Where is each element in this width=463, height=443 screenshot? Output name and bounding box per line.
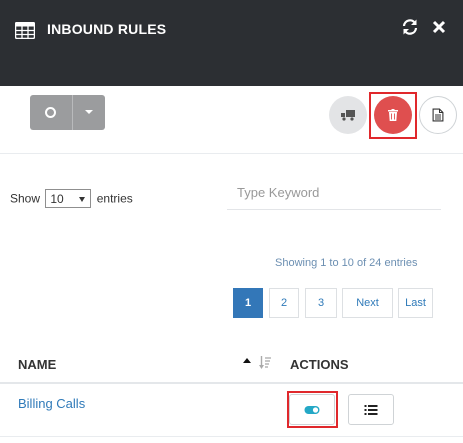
split-button-dropdown[interactable]: [73, 95, 105, 130]
truck-icon: [341, 110, 355, 121]
split-button-main[interactable]: [30, 95, 72, 130]
page-button-3[interactable]: 3: [305, 288, 337, 318]
last-page-button[interactable]: Last: [398, 288, 433, 318]
header-bar: INBOUND RULES: [0, 0, 463, 86]
toggle-status-button[interactable]: [289, 394, 335, 425]
show-label: Show: [10, 191, 41, 206]
toolbar: [0, 86, 463, 154]
grid-icon: [15, 22, 35, 39]
column-header-actions: ACTIONS: [290, 357, 349, 372]
chevron-down-icon: [79, 197, 86, 202]
document-button[interactable]: [419, 96, 457, 134]
close-icon[interactable]: [430, 18, 448, 36]
table-row: Billing Calls: [0, 384, 463, 437]
circle-icon: [45, 107, 56, 118]
sort-amount-icon[interactable]: [259, 356, 271, 369]
page-title: INBOUND RULES: [47, 21, 167, 37]
entries-label: entries: [96, 191, 133, 206]
entries-length-control: Show 10 entries: [10, 189, 133, 208]
trash-icon: [388, 109, 398, 121]
entries-select-value: 10: [50, 192, 64, 206]
page-button-1[interactable]: 1: [233, 288, 263, 318]
list-icon: [364, 404, 378, 415]
sort-up-icon[interactable]: [243, 358, 251, 363]
table-header: NAME ACTIONS: [0, 344, 463, 384]
document-icon: [432, 108, 444, 122]
details-list-button[interactable]: [348, 394, 394, 425]
truck-button[interactable]: [329, 96, 367, 134]
toggle-on-icon: [304, 405, 320, 414]
split-button: [30, 95, 105, 130]
next-page-button[interactable]: Next: [342, 288, 393, 318]
delete-button[interactable]: [374, 96, 412, 134]
table-info: Showing 1 to 10 of 24 entries: [275, 257, 418, 269]
rule-name-link[interactable]: Billing Calls: [18, 396, 85, 411]
page-button-2[interactable]: 2: [269, 288, 299, 318]
entries-select[interactable]: 10: [45, 189, 92, 208]
refresh-icon[interactable]: [401, 18, 419, 36]
search-input[interactable]: [227, 176, 441, 210]
column-header-name[interactable]: NAME: [18, 357, 56, 372]
